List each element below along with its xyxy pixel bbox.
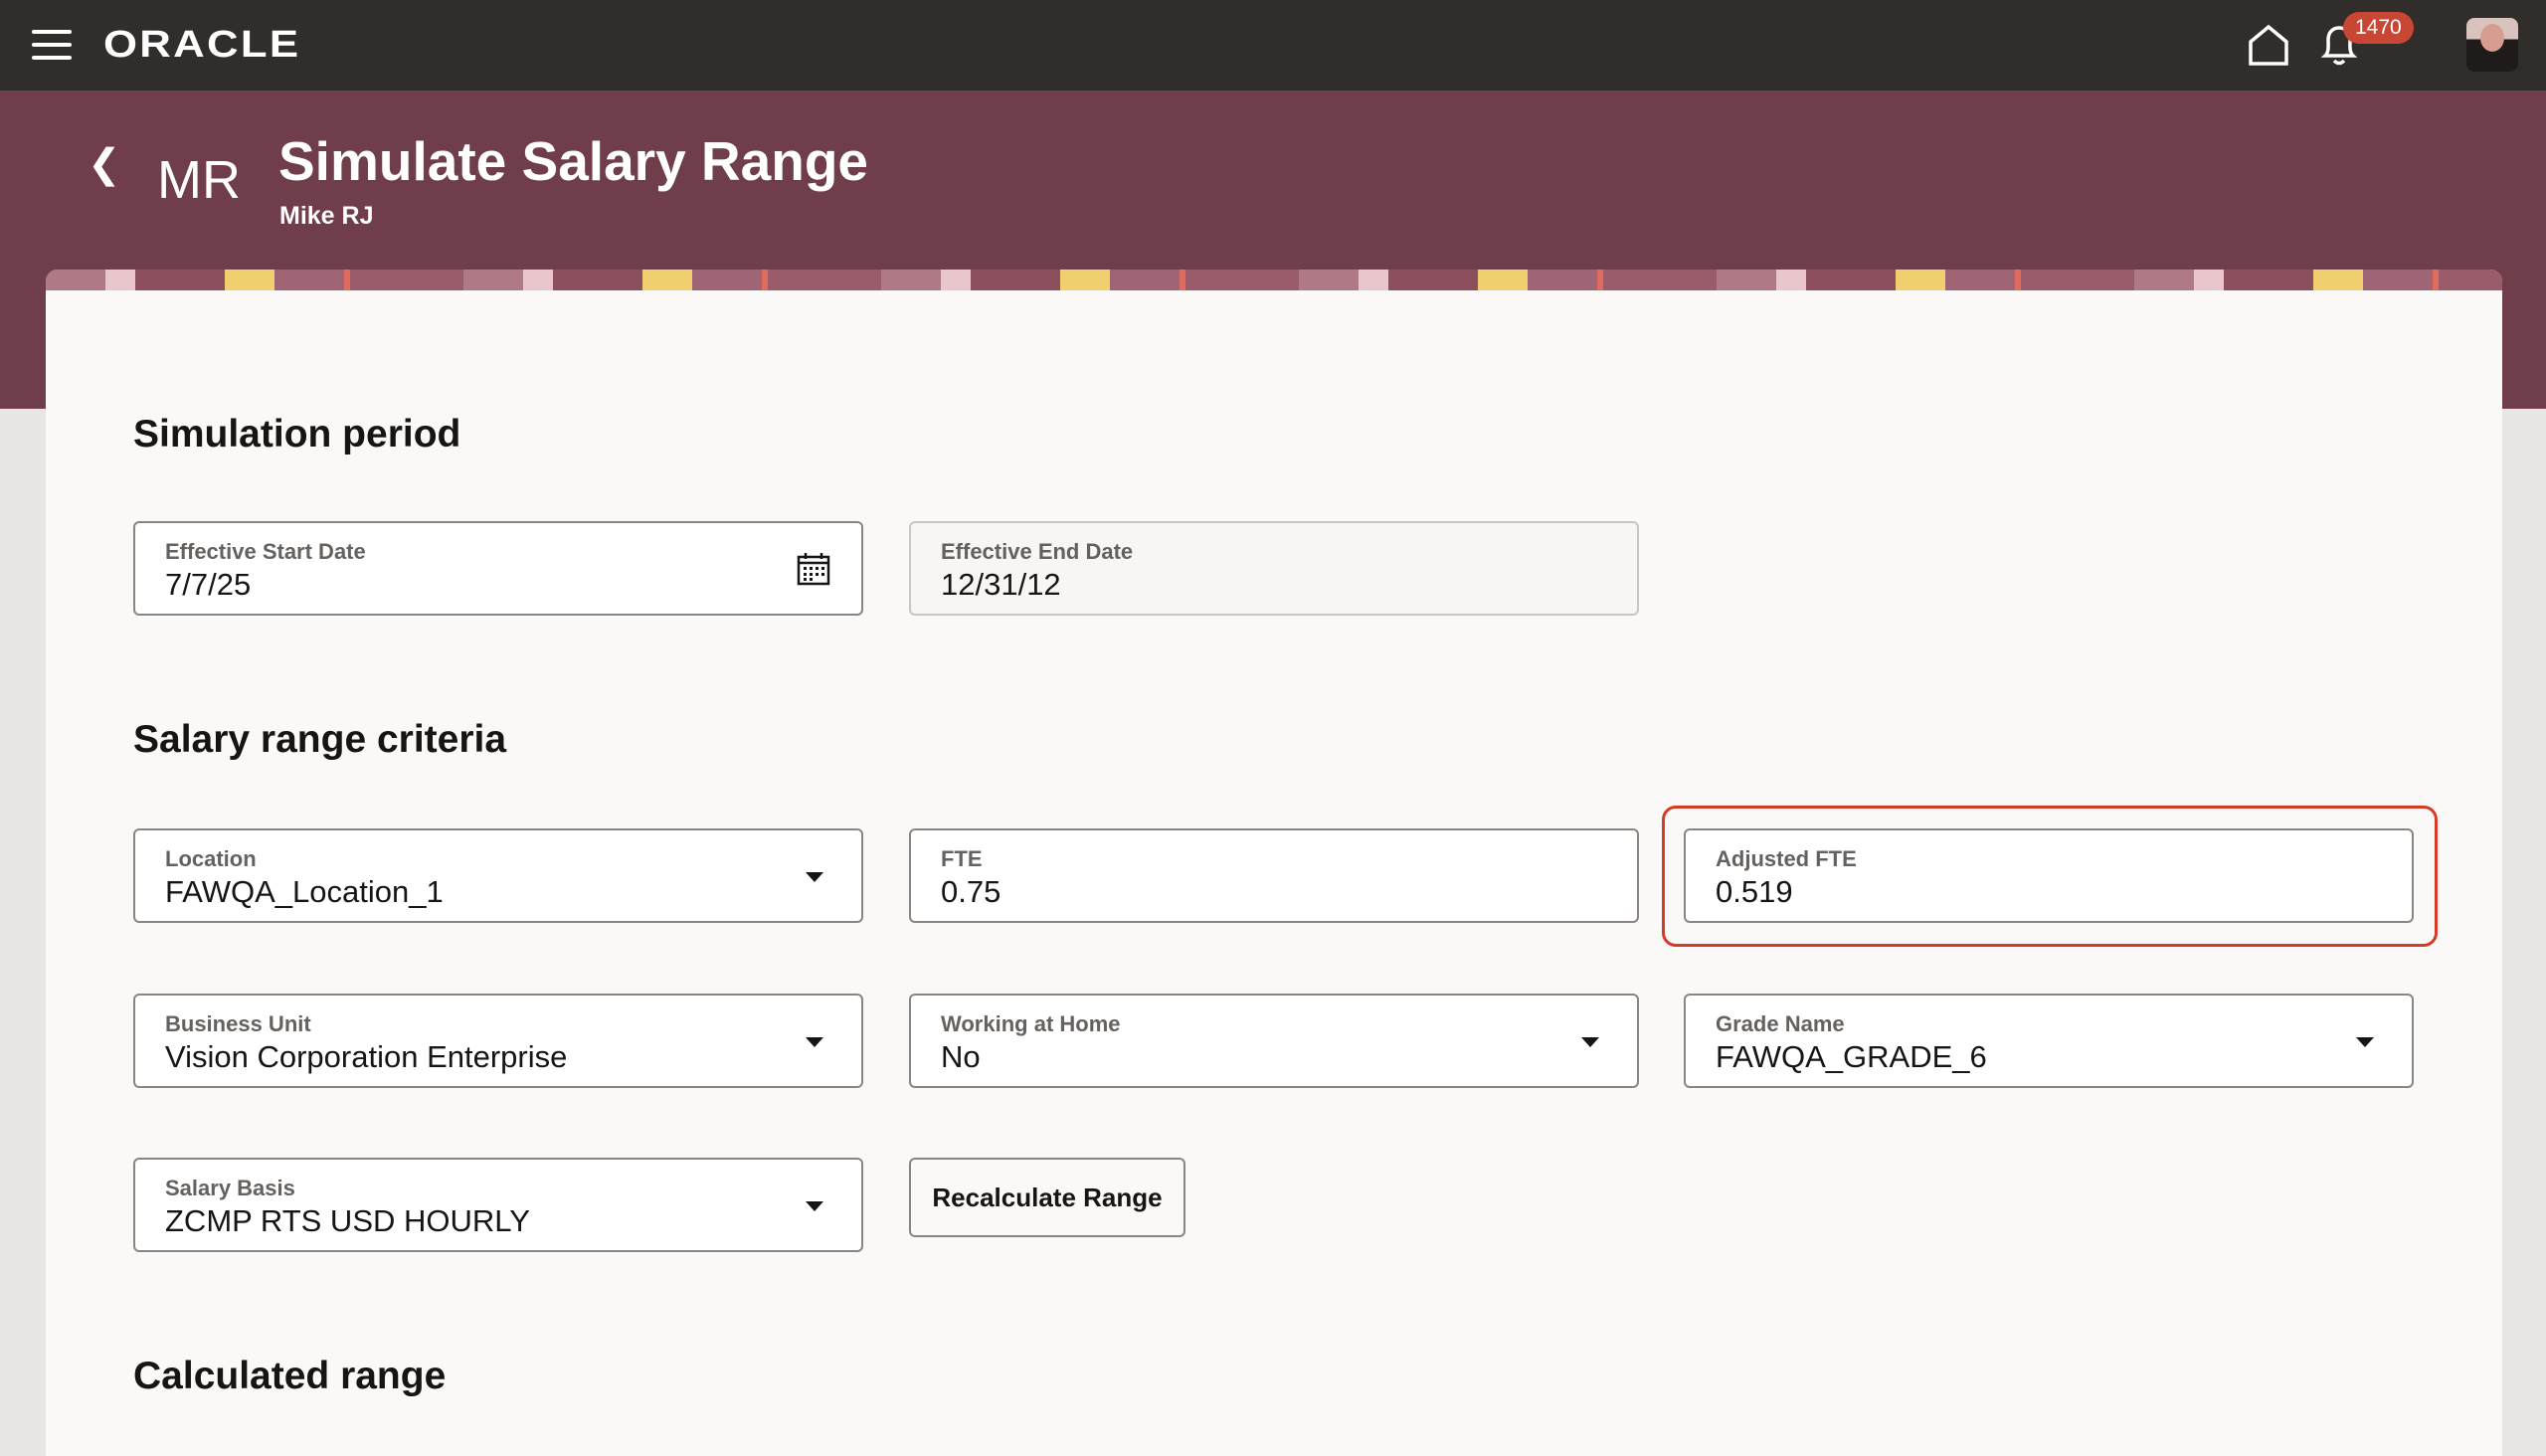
field-value: 7/7/25 [165,567,252,602]
field-value: 12/31/12 [941,567,1061,602]
menu-icon[interactable] [32,30,72,60]
salary-basis-select[interactable]: Salary Basis ZCMP RTS USD HOURLY [133,1158,863,1252]
section-calculated-range: Calculated range [133,1355,447,1397]
field-value: FAWQA_Location_1 [165,874,444,909]
top-bar: ORACLE 1470 [0,0,2546,91]
field-value: Vision Corporation Enterprise [165,1039,568,1074]
location-select[interactable]: Location FAWQA_Location_1 [133,828,863,923]
field-value: No [941,1039,981,1074]
recalculate-range-button[interactable]: Recalculate Range [909,1158,1185,1237]
oracle-logo[interactable]: ORACLE [103,24,300,67]
initials-avatar: MR [157,150,241,210]
field-label: Effective End Date [941,539,1134,564]
effective-start-date-field[interactable]: Effective Start Date 7/7/25 [133,521,863,616]
section-salary-range-criteria: Salary range criteria [133,718,507,761]
chevron-down-icon[interactable] [2356,1037,2374,1047]
notification-badge: 1470 [2343,12,2414,44]
field-value: FAWQA_GRADE_6 [1716,1039,1987,1074]
field-label: Effective Start Date [165,539,366,564]
decorative-banner [46,270,2502,290]
section-simulation-period: Simulation period [133,413,461,455]
fte-input[interactable]: FTE 0.75 [909,828,1639,923]
field-label: Grade Name [1716,1011,1845,1036]
field-label: Location [165,846,257,871]
field-label: Working at Home [941,1011,1121,1036]
field-label: Business Unit [165,1011,311,1036]
field-value: 0.75 [941,874,1001,909]
page-title: Simulate Salary Range [278,130,869,192]
home-icon[interactable] [2246,22,2291,68]
chevron-down-icon[interactable] [806,1201,823,1211]
field-label: Salary Basis [165,1176,295,1200]
person-name: Mike RJ [279,202,374,230]
chevron-down-icon[interactable] [806,1037,823,1047]
chevron-down-icon[interactable] [806,872,823,882]
user-avatar[interactable] [2466,18,2518,72]
grade-name-select[interactable]: Grade Name FAWQA_GRADE_6 [1684,994,2414,1088]
field-label: FTE [941,846,983,871]
field-value: ZCMP RTS USD HOURLY [165,1203,530,1238]
chevron-down-icon[interactable] [1581,1037,1599,1047]
business-unit-select[interactable]: Business Unit Vision Corporation Enterpr… [133,994,863,1088]
field-label: Adjusted FTE [1716,846,1857,871]
working-at-home-select[interactable]: Working at Home No [909,994,1639,1088]
back-icon[interactable]: ❮ [88,141,121,187]
calendar-icon[interactable] [796,551,831,587]
effective-end-date-field: Effective End Date 12/31/12 [909,521,1639,616]
adjusted-fte-input[interactable]: Adjusted FTE 0.519 [1684,828,2414,923]
field-value: 0.519 [1716,874,1793,909]
